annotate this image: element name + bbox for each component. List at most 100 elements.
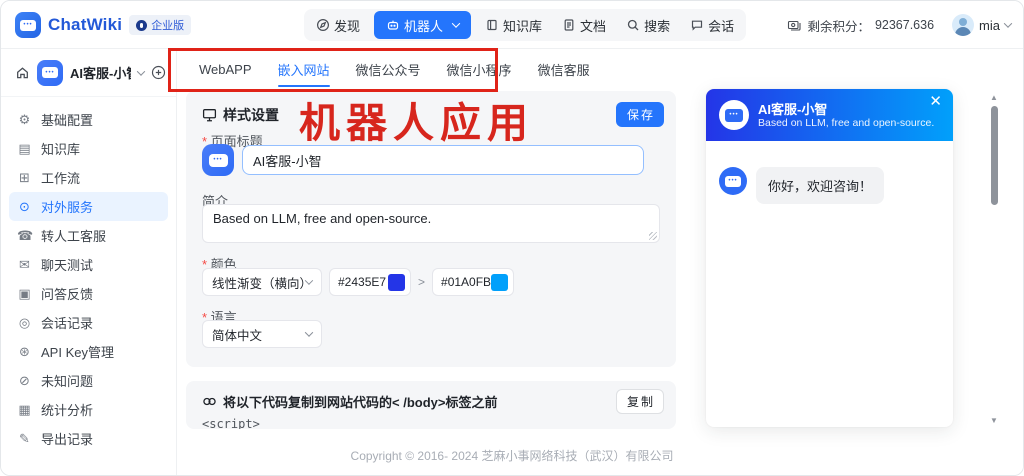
key-icon: ⊛ (17, 345, 32, 358)
shield-icon (136, 20, 147, 31)
records-icon: ◎ (17, 316, 32, 329)
bot-avatar (719, 100, 749, 130)
brand[interactable]: ChatWiki 企业版 (15, 1, 191, 49)
credits-label: 剩余积分： (807, 16, 870, 35)
chat-test-icon: ✉ (17, 258, 32, 271)
color-end-picker[interactable]: #01A0FB (432, 268, 514, 296)
copy-button[interactable]: 复制 (616, 389, 664, 414)
color-end-swatch[interactable] (491, 274, 508, 291)
credits: 剩余积分： 92367.636 (787, 16, 934, 35)
chat-icon (690, 18, 704, 32)
preview-title: AI客服-小智 (758, 99, 827, 118)
chatwiki-logo-icon (15, 12, 41, 38)
color-start-swatch[interactable] (388, 274, 405, 291)
chat-preview-header: AI客服-小智 Based on LLM, free and open-sour… (706, 89, 953, 141)
document-icon (562, 18, 576, 32)
chevron-down-icon (305, 328, 313, 336)
sidebar-item-chat-test[interactable]: ✉聊天测试 (9, 250, 168, 279)
user-menu[interactable]: mia (952, 14, 1011, 36)
coins-icon (787, 18, 802, 32)
gradient-type-select[interactable]: 线性渐变（横向） (202, 268, 322, 296)
bot-avatar[interactable] (202, 144, 234, 176)
welcome-message-bubble: 你好，欢迎咨询！ (756, 167, 884, 204)
bot-name[interactable]: AI客服-小智 (70, 63, 131, 82)
main-nav: 发现 机器人 知识库 文档 搜索 会话 (304, 9, 746, 41)
chevron-down-icon[interactable] (137, 67, 145, 75)
edition-badge-label: 企业版 (151, 17, 184, 33)
tab-wechat-service[interactable]: 微信客服 (525, 49, 603, 89)
language-select[interactable]: 简体中文 (202, 320, 322, 348)
scroll-up-icon[interactable]: ▲ (987, 93, 1001, 102)
nav-item-robot[interactable]: 机器人 (374, 11, 471, 39)
sidebar-item-workflow[interactable]: ⊞工作流 (9, 163, 168, 192)
credits-value: 92367.636 (875, 18, 934, 32)
bot-avatar (719, 167, 747, 195)
compass-icon (316, 18, 330, 32)
sidebar-item-unknown-questions[interactable]: ⊘未知问题 (9, 366, 168, 395)
sidebar-item-basic-config[interactable]: ⚙基础配置 (9, 105, 168, 134)
bot-avatar (37, 60, 63, 86)
intro-textarea-wrap: Based on LLM, free and open-source. (202, 204, 660, 243)
topbar-right: 剩余积分： 92367.636 mia (787, 1, 1011, 49)
color-end-value: #01A0FB (441, 275, 491, 289)
scrollbar-thumb[interactable] (991, 106, 998, 205)
embed-code-card: 将以下代码复制到网站代码的< /body>标签之前 复制 <script> (186, 381, 676, 429)
search-icon (626, 18, 640, 32)
sidebar-item-statistics[interactable]: ▦统计分析 (9, 395, 168, 424)
sidebar-item-session-records[interactable]: ◎会话记录 (9, 308, 168, 337)
sidebar-item-export-records[interactable]: ✎导出记录 (9, 424, 168, 453)
card-title: 样式设置 (223, 105, 279, 125)
feedback-icon: ▣ (17, 287, 32, 300)
sidebar-item-human-agent[interactable]: ☎转人工客服 (9, 221, 168, 250)
preview-subtitle: Based on LLM, free and open-source. (758, 117, 934, 129)
sidebar-item-external-service[interactable]: ⊙对外服务 (9, 192, 168, 221)
username: mia (979, 18, 1000, 33)
top-bar: ChatWiki 企业版 发现 机器人 知识库 文档 (1, 1, 1024, 49)
chevron-down-icon (1004, 19, 1012, 27)
tab-wechat-official[interactable]: 微信公众号 (343, 49, 434, 89)
embed-title: 将以下代码复制到网站代码的< /body>标签之前 (223, 392, 497, 411)
tab-embed-website[interactable]: 嵌入网站 (265, 49, 343, 89)
robot-icon (386, 18, 400, 32)
nav-item-docs[interactable]: 文档 (552, 11, 616, 39)
intro-textarea[interactable]: Based on LLM, free and open-source. (202, 204, 660, 243)
edition-badge: 企业版 (129, 15, 191, 35)
chevron-down-icon (452, 19, 460, 27)
chat-message-row: 你好，欢迎咨询！ (719, 167, 884, 204)
book-icon: ▤ (17, 142, 32, 155)
nav-item-search[interactable]: 搜索 (616, 11, 680, 39)
sidebar: AI客服-小智 ⚙基础配置 ▤知识库 ⊞工作流 ⊙对外服务 ☎转人工客服 ✉聊天… (1, 49, 177, 475)
color-row: 线性渐变（横向） #2435E7 > #01A0FB (202, 268, 514, 296)
link-icon (202, 394, 217, 409)
color-start-picker[interactable]: #2435E7 (329, 268, 411, 296)
bot-selector: AI客服-小智 (1, 49, 176, 97)
service-icon: ⊙ (17, 200, 32, 213)
nav-item-conversation[interactable]: 会话 (680, 11, 744, 39)
monitor-icon (202, 107, 217, 122)
sidebar-item-api-key[interactable]: ⊛API Key管理 (9, 337, 168, 366)
nav-item-discover[interactable]: 发现 (306, 11, 370, 39)
add-bot-icon[interactable] (151, 65, 166, 80)
tab-webapp[interactable]: WebAPP (186, 49, 265, 89)
style-settings-card: 样式设置 保存 页面标题 简介 Based on LLM, free and o… (186, 91, 676, 367)
nav-item-knowledge[interactable]: 知识库 (475, 11, 552, 39)
home-icon[interactable] (15, 65, 30, 80)
channel-tabs: WebAPP 嵌入网站 微信公众号 微信小程序 微信客服 (178, 49, 1023, 89)
close-icon[interactable]: ✕ (929, 94, 942, 109)
app-window: ChatWiki 企业版 发现 机器人 知识库 文档 (0, 0, 1024, 476)
brand-name: ChatWiki (48, 15, 122, 35)
gear-icon: ⚙ (17, 113, 32, 126)
gradient-type-value: 线性渐变（横向） (212, 273, 306, 292)
save-button[interactable]: 保存 (616, 102, 664, 127)
style-card-header: 样式设置 保存 (202, 102, 664, 127)
resize-handle-icon[interactable] (649, 232, 657, 240)
question-icon: ⊘ (17, 374, 32, 387)
sidebar-item-knowledge-base[interactable]: ▤知识库 (9, 134, 168, 163)
color-start-value: #2435E7 (338, 275, 386, 289)
page-title-input[interactable] (242, 145, 644, 175)
tab-wechat-miniprogram[interactable]: 微信小程序 (434, 49, 525, 89)
embed-code-snippet: <script> (202, 417, 260, 429)
sidebar-item-qa-feedback[interactable]: ▣问答反馈 (9, 279, 168, 308)
vertical-scrollbar[interactable]: ▲ ▼ (987, 93, 1001, 425)
scroll-down-icon[interactable]: ▼ (987, 416, 1001, 425)
